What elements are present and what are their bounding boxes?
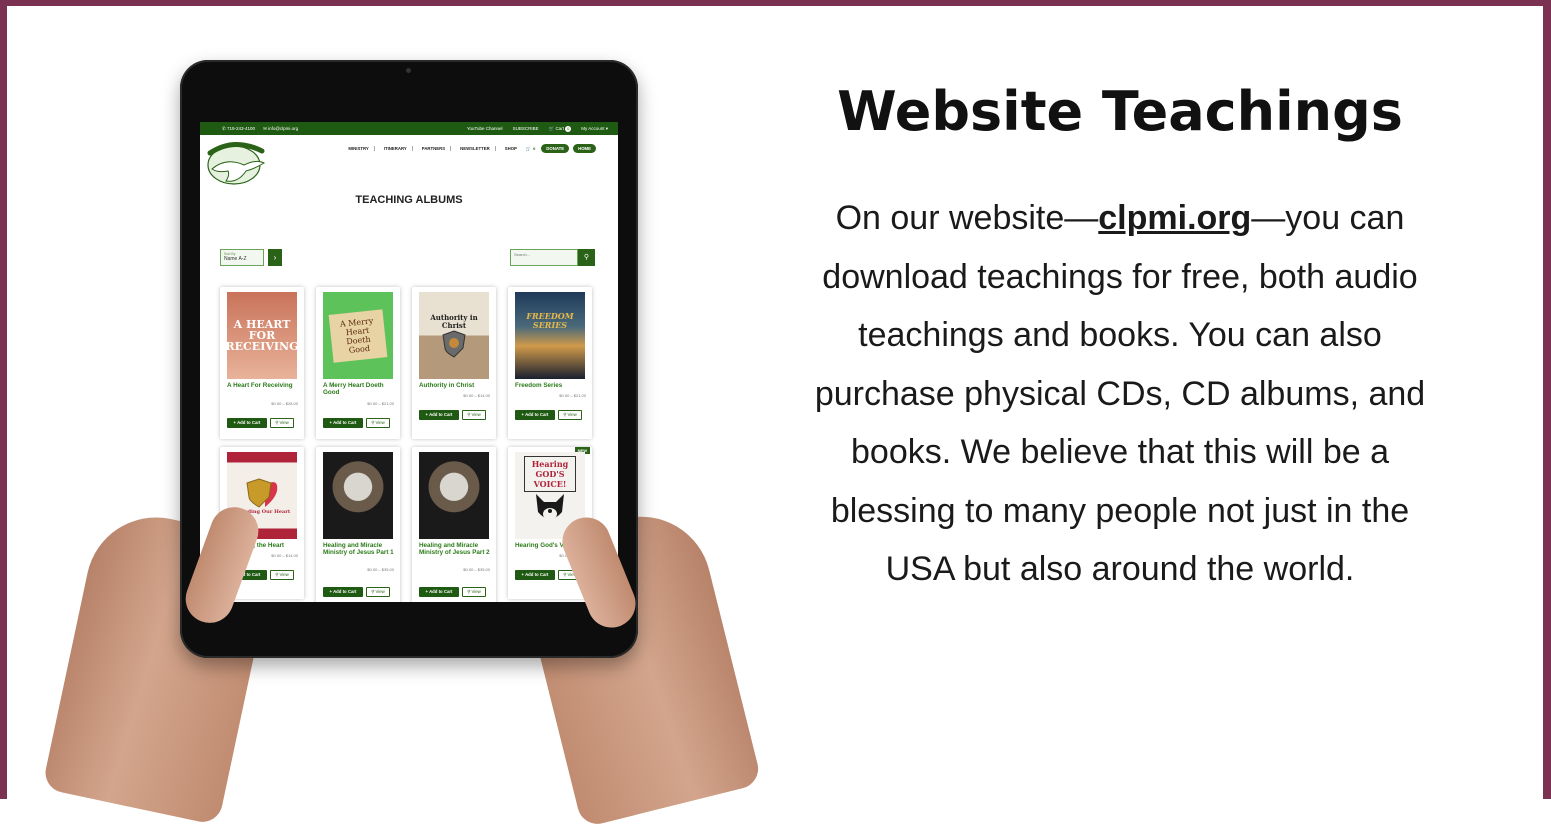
nav-itinerary[interactable]: ITINERARY [379, 146, 413, 151]
search-icon: ⚲ [583, 254, 590, 261]
shield-icon [442, 329, 466, 358]
main-nav: MINISTRY ITINERARY PARTNERS NEWSLETTER S… [343, 144, 596, 153]
add-to-cart-button[interactable]: + Add to Cart [227, 418, 267, 428]
album-price: $0.00 – $21.00 [559, 393, 586, 398]
add-to-cart-button[interactable]: + Add to Cart [515, 410, 555, 420]
album-cover [419, 452, 489, 539]
website-link[interactable]: clpmi.org [1098, 199, 1251, 237]
view-button[interactable]: ⚲ View [366, 587, 390, 597]
view-button[interactable]: ⚲ View [462, 587, 486, 597]
search-icon: ⚲ [275, 420, 279, 425]
album-title[interactable]: Healing and Miracle Ministry of Jesus Pa… [419, 542, 493, 556]
website-screenshot: ✆ 719-243-4100 ✉ info@clpmi.org YouTube … [200, 122, 618, 602]
home-button[interactable]: HOME [573, 144, 596, 153]
search-icon: ⚲ [275, 572, 279, 577]
topbar-cart-link[interactable]: 🛒 Cart 0 [549, 125, 572, 132]
donate-button[interactable]: DONATE [541, 144, 570, 153]
search-icon: ⚲ [371, 420, 375, 425]
ministry-logo[interactable] [204, 139, 268, 187]
add-to-cart-button[interactable]: + Add to Cart [323, 587, 363, 597]
add-to-cart-button[interactable]: + Add to Cart [515, 570, 555, 580]
nav-cart-icon[interactable]: 🛒 0 [526, 145, 538, 152]
slide-heading: Website Teachings [837, 80, 1403, 143]
search-button[interactable]: ⚲ [578, 249, 595, 266]
album-price: $0.00 – $14.00 [463, 393, 490, 398]
phone-link[interactable]: ✆ 719-243-4100 [222, 126, 255, 132]
search-icon: ⚲ [563, 412, 567, 417]
search-icon: ⚲ [371, 589, 375, 594]
album-cover [323, 452, 393, 539]
cart-count-badge: 0 [565, 125, 572, 132]
album-card[interactable]: Authority in Christ Authority in Christ … [412, 287, 496, 439]
album-title[interactable]: Authority in Christ [419, 382, 493, 389]
album-price: $0.00 – $21.00 [367, 401, 394, 406]
album-title[interactable]: Healing and Miracle Ministry of Jesus Pa… [323, 542, 397, 556]
my-account-menu[interactable]: My Account ▾ [581, 126, 608, 132]
search-icon: ⚲ [563, 572, 567, 577]
album-price: $0.00 – $35.00 [463, 567, 490, 572]
shield-heart-icon [246, 477, 278, 508]
album-card[interactable]: Healing and Miracle Ministry of Jesus Pa… [316, 447, 400, 602]
view-button[interactable]: ⚲ View [462, 410, 486, 420]
view-button[interactable]: ⚲ View [270, 418, 294, 428]
youtube-link[interactable]: YouTube Channel [467, 126, 503, 132]
album-card[interactable]: A HEART FOR RECEIVING A Heart For Receiv… [220, 287, 304, 439]
view-button[interactable]: ⚲ View [558, 410, 582, 420]
album-price: $0.00 – $35.00 [367, 567, 394, 572]
nav-shop[interactable]: SHOP [500, 146, 522, 151]
content-panel: Website Teachings On our website—clpmi.o… [790, 80, 1450, 599]
add-to-cart-button[interactable]: + Add to Cart [419, 410, 459, 420]
tablet-camera [406, 68, 411, 73]
album-card[interactable]: A Merry Heart Doeth Good A Merry Heart D… [316, 287, 400, 439]
description-paragraph: On our website—clpmi.org—you can downloa… [814, 199, 1426, 588]
view-button[interactable]: ⚲ View [270, 570, 294, 580]
album-cover: A HEART FOR RECEIVING [227, 292, 297, 379]
view-button[interactable]: ⚲ View [366, 418, 390, 428]
album-card[interactable]: FREEDOM SERIES Freedom Series $0.00 – $2… [508, 287, 592, 439]
search-icon: ⚲ [467, 589, 471, 594]
search-icon: ⚲ [467, 412, 471, 417]
page-title: TEACHING ALBUMS [355, 194, 463, 206]
sort-select[interactable]: Sort By Name A-Z [220, 249, 264, 266]
album-price: $0.00 – $14.00 [271, 553, 298, 558]
search-input[interactable]: Search... [510, 249, 578, 266]
album-cover: FREEDOM SERIES [515, 292, 585, 379]
album-title[interactable]: A Merry Heart Doeth Good [323, 382, 397, 396]
subscribe-link[interactable]: SUBSCRIBE [513, 126, 539, 132]
add-to-cart-button[interactable]: + Add to Cart [419, 587, 459, 597]
album-title[interactable]: Freedom Series [515, 382, 589, 389]
album-cover: Authority in Christ [419, 292, 489, 379]
album-price: $0.00 – $28.00 [271, 401, 298, 406]
sort-go-button[interactable]: › [268, 249, 282, 266]
nav-newsletter[interactable]: NEWSLETTER [455, 146, 496, 151]
chevron-right-icon: › [273, 253, 277, 262]
nav-ministry[interactable]: MINISTRY [343, 146, 375, 151]
add-to-cart-button[interactable]: + Add to Cart [323, 418, 363, 428]
email-link[interactable]: ✉ info@clpmi.org [263, 126, 298, 132]
nav-partners[interactable]: PARTNERS [417, 146, 452, 151]
album-card[interactable]: Healing and Miracle Ministry of Jesus Pa… [412, 447, 496, 602]
tablet-device: ✆ 719-243-4100 ✉ info@clpmi.org YouTube … [180, 60, 638, 658]
site-topbar: ✆ 719-243-4100 ✉ info@clpmi.org YouTube … [200, 122, 618, 135]
site-header: MINISTRY ITINERARY PARTNERS NEWSLETTER S… [200, 135, 618, 185]
album-title[interactable]: A Heart For Receiving [227, 382, 301, 389]
dog-icon [536, 494, 564, 520]
album-cover: A Merry Heart Doeth Good [323, 292, 393, 379]
